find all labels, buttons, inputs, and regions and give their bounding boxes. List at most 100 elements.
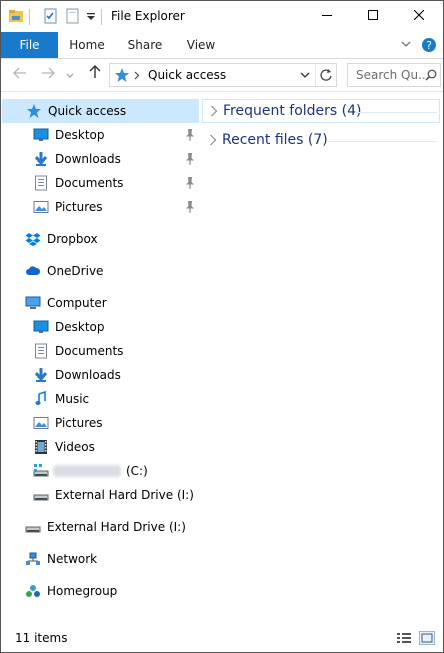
redacted-drive-name [53, 465, 121, 477]
group-divider [327, 141, 436, 142]
status-bar: 11 items [1, 625, 443, 652]
help-button[interactable]: ? [421, 32, 437, 58]
search-input[interactable]: Search Qu... [356, 68, 430, 82]
tab-file[interactable]: File [1, 32, 58, 58]
nav-item-label: Pictures [55, 416, 103, 430]
nav-item-label: Desktop [55, 128, 105, 142]
nav-computer-downloads[interactable]: Downloads [1, 363, 201, 387]
customize-toolbar-icon[interactable] [86, 8, 96, 24]
back-button[interactable] [9, 64, 31, 86]
tab-view[interactable]: View [174, 32, 228, 58]
star-icon [115, 68, 129, 82]
star-icon [27, 104, 41, 118]
expand-ribbon-button[interactable] [401, 32, 411, 58]
cloud-icon [26, 266, 41, 275]
nav-homegroup[interactable]: Homegroup [1, 579, 201, 603]
nav-item-label: OneDrive [47, 264, 104, 278]
chevron-right-icon [210, 134, 217, 146]
nav-item-label: External Hard Drive (I:) [55, 488, 194, 502]
help-icon: ? [422, 38, 436, 52]
address-divider [315, 64, 316, 86]
minimize-icon [322, 15, 332, 16]
refresh-icon[interactable] [319, 68, 333, 82]
search-box[interactable]: Search Qu... [347, 63, 441, 87]
arrow-left-icon [13, 67, 26, 79]
nav-desktop-pinned[interactable]: Desktop [1, 123, 201, 147]
nav-onedrive[interactable]: OneDrive [1, 259, 201, 283]
nav-external-drive[interactable]: External Hard Drive (I:) [1, 515, 201, 539]
nav-item-label: Downloads [55, 152, 121, 166]
tab-home[interactable]: Home [60, 32, 114, 58]
nav-item-label: Dropbox [47, 232, 98, 246]
nav-downloads-pinned[interactable]: Downloads [1, 147, 201, 171]
nav-dropbox[interactable]: Dropbox [1, 227, 201, 251]
arrow-right-icon [42, 67, 55, 79]
item-count: 11 items [15, 631, 68, 645]
minimize-button[interactable] [304, 1, 350, 32]
nav-item-label: (C:) [126, 464, 148, 478]
tab-share[interactable]: Share [118, 32, 172, 58]
download-icon [34, 368, 48, 382]
pin-icon [186, 201, 194, 213]
nav-documents-pinned[interactable]: Documents [1, 171, 201, 195]
nav-computer-documents[interactable]: Documents [1, 339, 201, 363]
nav-music[interactable]: Music [1, 387, 201, 411]
search-icon [425, 69, 437, 81]
nav-pictures-pinned[interactable]: Pictures [1, 195, 201, 219]
forward-button[interactable] [37, 64, 59, 86]
nav-item-label: Quick access [48, 104, 127, 118]
desktop-icon [33, 320, 49, 333]
nav-item-label: Downloads [55, 368, 121, 382]
up-button[interactable] [84, 64, 106, 86]
homegroup-icon [26, 585, 40, 597]
recent-files-group[interactable]: Recent files (7) [202, 129, 440, 153]
title-separator [29, 9, 30, 25]
large-icons-view-icon[interactable] [419, 631, 435, 645]
nav-item-label: Documents [55, 344, 124, 358]
details-view-icon[interactable] [396, 631, 412, 645]
hard-drive-icon [33, 494, 49, 501]
nav-computer[interactable]: Computer [1, 291, 201, 315]
download-icon [34, 152, 48, 166]
svg-text:?: ? [426, 39, 432, 52]
close-icon [413, 9, 425, 21]
close-button[interactable] [396, 1, 442, 32]
ribbon-tabs: File Home Share View ? [1, 32, 443, 59]
nav-item-label: Network [47, 552, 98, 566]
window-title: File Explorer [111, 9, 185, 23]
pin-icon [186, 177, 194, 189]
pictures-icon [33, 417, 49, 429]
computer-icon [25, 296, 41, 309]
nav-external-drive-child[interactable]: External Hard Drive (I:) [1, 483, 201, 507]
nav-local-disk[interactable]: (C:) [1, 459, 201, 483]
frequent-folders-group[interactable]: Frequent folders (4) [202, 99, 440, 123]
nav-item-label: Pictures [55, 200, 103, 214]
arrow-up-icon [89, 65, 101, 78]
nav-network[interactable]: Network [1, 547, 201, 571]
new-folder-icon[interactable] [65, 8, 81, 24]
nav-item-label: Homegroup [47, 584, 118, 598]
group-header-label: Recent files (7) [222, 132, 328, 148]
content-pane: Frequent folders (4) Recent files (7) [201, 99, 443, 619]
nav-item-label: Desktop [55, 320, 105, 334]
nav-computer-desktop[interactable]: Desktop [1, 315, 201, 339]
chevron-down-icon [66, 73, 74, 78]
maximize-button[interactable] [350, 1, 396, 32]
nav-item-label: Videos [55, 440, 95, 454]
pin-icon [186, 129, 194, 141]
chevron-down-icon [401, 41, 411, 47]
music-icon [35, 391, 46, 405]
recent-locations-button[interactable] [63, 64, 77, 86]
hard-drive-icon [25, 526, 41, 533]
address-bar[interactable]: Quick access [109, 63, 337, 87]
folder-app-icon [9, 10, 23, 22]
nav-computer-pictures[interactable]: Pictures [1, 411, 201, 435]
group-divider [356, 112, 437, 113]
address-row: Quick access Search Qu... [1, 59, 443, 92]
nav-videos[interactable]: Videos [1, 435, 201, 459]
chevron-right-icon [211, 105, 218, 117]
pin-icon [186, 153, 194, 165]
properties-icon[interactable] [43, 8, 59, 24]
chevron-down-icon[interactable] [300, 71, 310, 79]
nav-quick-access[interactable]: Quick access [2, 99, 199, 123]
